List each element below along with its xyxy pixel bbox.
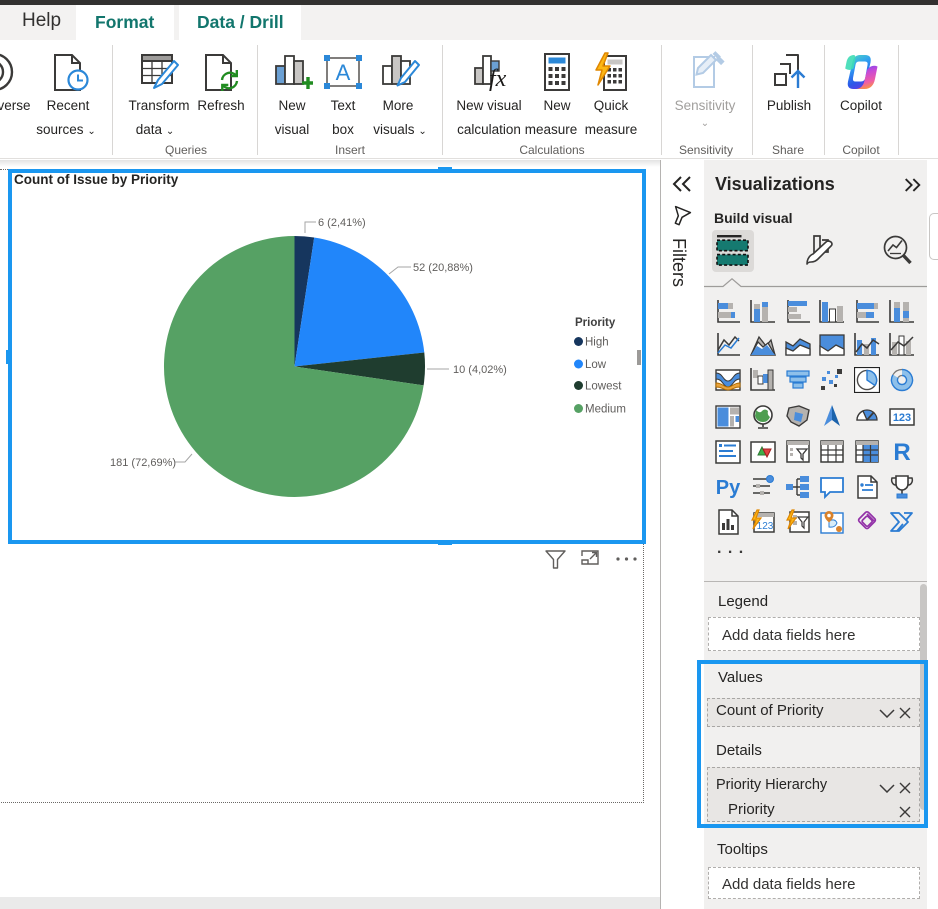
svg-text:Py: Py [716,477,741,499]
svg-text:52 (20,88%): 52 (20,88%) [413,262,473,274]
svg-text:R: R [893,439,910,465]
svg-text:Low: Low [585,359,607,371]
svg-text:fx: fx [489,66,507,92]
svg-text:123: 123 [892,412,910,424]
svg-text:Medium: Medium [585,404,626,416]
svg-text:10 (4,02%): 10 (4,02%) [453,364,507,376]
svg-text:Lowest: Lowest [585,381,622,393]
svg-text:A: A [336,60,351,85]
svg-text:Priority: Priority [575,317,616,329]
svg-text:High: High [585,337,609,349]
svg-text:181 (72,69%): 181 (72,69%) [110,457,176,469]
svg-text:123: 123 [757,521,774,532]
svg-text:6 (2,41%): 6 (2,41%) [318,217,366,229]
